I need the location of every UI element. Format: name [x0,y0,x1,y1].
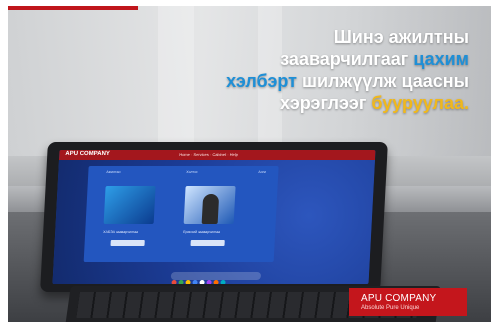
headline-text: хэрэглээг [280,93,372,113]
headline-line-2: зааварчилгааг цахим [226,48,469,70]
app-icon[interactable] [206,280,212,284]
brand-strip [8,6,138,10]
card2-button[interactable] [190,240,225,246]
headline-text: шилжүүлж цаасны [296,71,469,91]
app-icon[interactable] [185,280,191,284]
photo-frame: Шинэ ажилтны зааварчилгааг цахим хэлбэрт… [8,6,491,322]
headline-highlight-yellow: бууруулаа. [371,93,469,113]
headline-line-3: хэлбэрт шилжүүлж цаасны [226,70,469,92]
screen-topbar: APU COMPANY Home · Services · Cabinet · … [58,150,376,160]
app-dock [170,272,262,284]
headline-highlight-blue: хэлбэрт [226,71,297,91]
badge-subtitle: Absolute Pure Unique [361,305,420,311]
card1-caption: ХАБЭА зааварчилгаа [103,230,139,234]
card2-caption: Ерөнхий зааварчилгаа [183,230,221,234]
headline-highlight-blue: цахим [413,49,469,69]
card1-button[interactable] [110,240,145,246]
app-icon[interactable] [178,280,184,284]
presenter-image [201,194,220,224]
screen-nav: Home · Services · Cabinet · Help [179,152,239,157]
app-icon[interactable] [199,280,205,284]
screen-meta-left: Ажилтан [106,170,121,174]
tablet: APU COMPANY Home · Services · Cabinet · … [40,142,388,292]
app-icon[interactable] [171,280,177,284]
badge-title: APU COMPANY [361,293,437,304]
app-icon[interactable] [220,280,226,284]
tablet-screen: APU COMPANY Home · Services · Cabinet · … [52,150,376,284]
headline-line-1: Шинэ ажилтны [333,27,469,47]
app-icon[interactable] [192,280,198,284]
app-icon[interactable] [213,280,219,284]
company-badge: APU COMPANY Absolute Pure Unique [349,288,467,316]
screen-logo: APU COMPANY [65,151,111,157]
screen-meta-right: Анги [258,170,266,174]
course-card-safety[interactable] [103,186,156,224]
headline: Шинэ ажилтны зааварчилгааг цахим хэлбэрт… [226,26,469,114]
course-card-general[interactable] [183,186,236,224]
headline-line-4: хэрэглээг бууруулаа. [226,92,469,114]
headline-text: зааварчилгааг [280,49,414,69]
screen-meta-mid: Хэлтэс [186,170,198,174]
